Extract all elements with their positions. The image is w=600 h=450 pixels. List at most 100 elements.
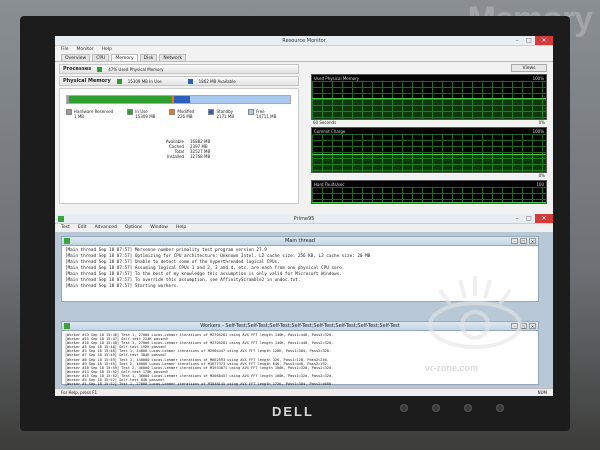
menu-options[interactable]: Options xyxy=(125,224,142,232)
prime95-window: Prime95 – □ ✕ Test Edit Advanced Options… xyxy=(55,214,553,396)
minimize-button[interactable]: – xyxy=(511,36,523,45)
graph-max: 100% xyxy=(532,76,544,81)
p95-titlebar: Prime95 – □ ✕ xyxy=(55,214,553,224)
swatch-icon xyxy=(169,109,176,115)
menu-file[interactable]: File xyxy=(61,46,69,54)
monitor-button-icon[interactable] xyxy=(400,404,408,412)
menu-help[interactable]: Help xyxy=(102,46,112,54)
menu-monitor[interactable]: Monitor xyxy=(77,46,94,54)
graph-title: Commit Charge xyxy=(314,129,346,134)
monitor-brand-logo: DELL xyxy=(272,404,314,419)
monitor-screen: Resource Monitor – □ ✕ File Monitor Help… xyxy=(55,36,553,396)
graph-foot-left: 60 Seconds xyxy=(313,120,337,125)
log-line: [Worker #1 Sep 18 15:52] Test 1, 27000 L… xyxy=(65,382,334,387)
memory-legend: Hardware Reserved 1 MB In Use 15309 MB Mod… xyxy=(66,109,276,119)
membar-inuse xyxy=(69,96,172,103)
rm-tabs: Overview CPU Memory Disk Network xyxy=(55,54,553,62)
swatch-icon xyxy=(127,109,134,115)
menu-test[interactable]: Test xyxy=(61,224,70,232)
monitor-button-icon[interactable] xyxy=(464,404,472,412)
membar-standby xyxy=(174,96,190,103)
graph-fill xyxy=(312,201,546,203)
legend-hardware-reserved: Hardware Reserved 1 MB xyxy=(66,109,113,119)
rm-title: Resource Monitor xyxy=(282,38,326,44)
p95-statusbar: For Help, press F1 NUM xyxy=(55,388,553,396)
graph-title: Used Physical Memory xyxy=(314,76,360,81)
main-thread-titlebar: Main thread – □ ✕ xyxy=(62,237,538,246)
rm-graphs-pane: Views Used Physical Memory 100% 60 Secon… xyxy=(311,64,547,212)
power-button-icon[interactable] xyxy=(496,404,504,412)
graph-used-physical-memory: Used Physical Memory 100% xyxy=(311,74,547,120)
close-button[interactable]: ✕ xyxy=(529,323,536,329)
views-dropdown[interactable]: Views xyxy=(511,64,547,72)
maximize-button[interactable]: □ xyxy=(520,323,527,329)
workers-window: Workers - Self-Test;Self-Test;Self-Test;… xyxy=(61,321,539,388)
rm-titlebar: Resource Monitor – □ ✕ xyxy=(55,36,553,46)
close-button[interactable]: ✕ xyxy=(529,238,536,244)
menu-help[interactable]: Help xyxy=(176,224,186,232)
graph-foot-right: 0% xyxy=(538,173,545,178)
legend-value: 226 MB xyxy=(177,114,193,119)
menu-edit[interactable]: Edit xyxy=(78,224,87,232)
rm-left-pane: Processes 47% Used Physical Memory Physi… xyxy=(59,64,299,212)
close-button[interactable]: ✕ xyxy=(535,36,553,45)
graph-max: 100% xyxy=(532,129,544,134)
graph-grid xyxy=(312,187,546,203)
main-thread-log: [Main thread Sep 18 07:57] Mersenne numb… xyxy=(62,246,538,292)
graph-foot-right: 0% xyxy=(538,120,545,125)
used-indicator-icon xyxy=(97,66,103,72)
status-help-text: For Help, press F1 xyxy=(61,390,98,395)
graph-commit-charge: Commit Charge 100% xyxy=(311,127,547,173)
memory-bar xyxy=(66,95,291,104)
legend-modified: Modified 226 MB xyxy=(169,109,194,119)
processes-info: 47% Used Physical Memory xyxy=(108,66,164,72)
tab-network[interactable]: Network xyxy=(159,54,187,61)
processes-section-header[interactable]: Processes 47% Used Physical Memory xyxy=(59,64,299,74)
workers-titlebar: Workers - Self-Test;Self-Test;Self-Test;… xyxy=(62,322,538,331)
physical-memory-section-header[interactable]: Physical Memory 15309 MB In Use 1862 MB … xyxy=(59,76,299,86)
legend-value: 15309 MB xyxy=(135,114,156,119)
p95-menubar: Test Edit Advanced Options Window Help xyxy=(55,224,553,232)
tab-memory[interactable]: Memory xyxy=(111,54,138,61)
menu-window[interactable]: Window xyxy=(150,224,168,232)
legend-value: 14711 MB xyxy=(256,114,277,119)
maximize-button[interactable]: □ xyxy=(523,36,535,45)
swatch-icon xyxy=(208,109,215,115)
monitor-buttons xyxy=(400,404,504,412)
stat-label: Installed xyxy=(166,154,184,159)
tab-cpu[interactable]: CPU xyxy=(92,54,110,61)
workers-log: [Worker #13 Sep 18 15:46] Test 1, 27000 … xyxy=(62,331,538,388)
legend-standby: Standby 2171 MB xyxy=(208,109,234,119)
prime95-app-icon xyxy=(58,216,64,222)
thread-icon xyxy=(64,323,70,329)
pm-inuse: 15309 MB In Use xyxy=(127,78,162,84)
workers-title: Workers - Self-Test;Self-Test;Self-Test;… xyxy=(200,323,400,329)
monitor-button-icon[interactable] xyxy=(432,404,440,412)
graph-fill xyxy=(312,98,546,119)
main-thread-title: Main thread xyxy=(285,238,315,244)
maximize-button[interactable]: □ xyxy=(523,214,535,223)
graph-fill xyxy=(312,153,546,172)
status-num: NUM xyxy=(537,390,547,395)
processes-label: Processes xyxy=(63,66,92,72)
maximize-button[interactable]: □ xyxy=(520,238,527,244)
minimize-button[interactable]: – xyxy=(511,214,523,223)
swatch-icon xyxy=(248,109,255,115)
log-line: [Main thread Sep 18 07:57] Starting work… xyxy=(65,284,179,289)
resource-monitor-window: Resource Monitor – □ ✕ File Monitor Help… xyxy=(55,36,553,214)
available-indicator-icon xyxy=(187,78,193,84)
graph-foot: 60 Seconds 0% xyxy=(311,120,547,126)
p95-title: Prime95 xyxy=(293,216,315,222)
legend-free: Free 14711 MB xyxy=(248,109,276,119)
close-button[interactable]: ✕ xyxy=(535,214,553,223)
stat-value: 32768 MB xyxy=(190,154,211,159)
tab-disk[interactable]: Disk xyxy=(139,54,158,61)
physical-memory-label: Physical Memory xyxy=(63,78,111,84)
menu-advanced[interactable]: Advanced xyxy=(95,224,117,232)
tab-overview[interactable]: Overview xyxy=(61,54,91,61)
graph-foot: 0% xyxy=(311,173,547,179)
swatch-icon xyxy=(66,109,72,115)
minimize-button[interactable]: – xyxy=(511,238,518,244)
watermark-text: vr-zone.com xyxy=(425,363,479,373)
minimize-button[interactable]: – xyxy=(511,323,518,329)
